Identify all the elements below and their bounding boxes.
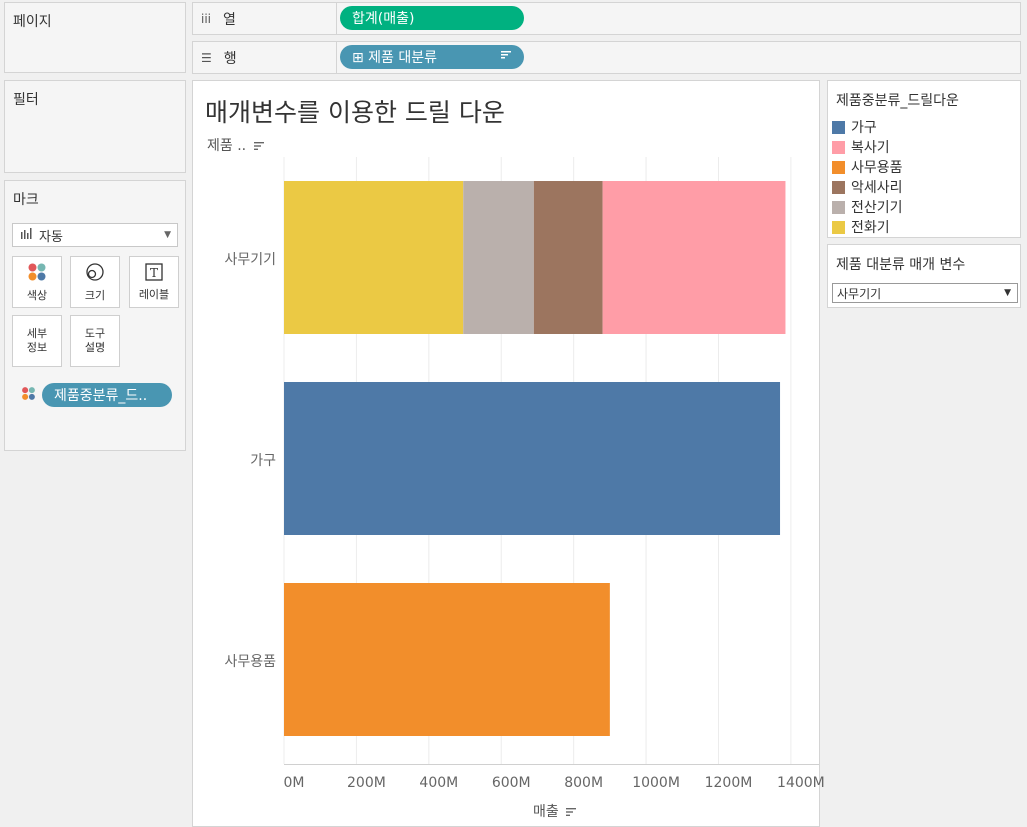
legend-item-label: 악세사리	[851, 180, 903, 196]
chart-view: 매개변수를 이용한 드릴 다운 제품 .. 사무기기 가구 사무용품 0M 200M 4…	[192, 80, 825, 827]
legend-item[interactable]: 사무용품	[832, 157, 903, 177]
rows-icon: ☰	[201, 50, 212, 65]
text-label-icon: T	[145, 262, 163, 284]
sort-icon[interactable]	[565, 807, 577, 817]
legend-item-label: 사무용품	[851, 160, 903, 176]
color-field-pill[interactable]: 제품중분류_드..	[42, 383, 172, 407]
bar-chart	[283, 157, 819, 765]
legend-item[interactable]: 가구	[832, 117, 903, 137]
x-tick-label: 1400M	[777, 775, 825, 791]
bar-segment[interactable]	[284, 181, 464, 334]
columns-shelf[interactable]: iii 열 합계(매출)	[192, 2, 1021, 35]
legend-item[interactable]: 악세사리	[832, 177, 903, 197]
columns-label-text: 열	[223, 11, 236, 28]
mark-type-dropdown[interactable]: 자동 ▼	[12, 223, 178, 247]
legend-list: 가구복사기사무용품악세사리전산기기전화기	[832, 117, 903, 237]
x-tick-label: 600M	[491, 775, 531, 791]
columns-label: iii 열	[201, 3, 236, 34]
parameter-dropdown[interactable]: 사무기기 ▼	[832, 283, 1018, 303]
legend-item-label: 가구	[851, 120, 877, 136]
rows-shelf[interactable]: ☰ 행 ⊞ 제품 대분류	[192, 41, 1021, 74]
tooltip-card-label: 도구 설명	[84, 327, 106, 354]
detail-card[interactable]: 세부 정보	[12, 315, 62, 367]
legend-swatch	[832, 220, 845, 234]
rows-pill-product-category[interactable]: ⊞ 제품 대분류	[340, 45, 524, 69]
legend-item-label: 전화기	[851, 220, 890, 236]
x-tick-label: 400M	[419, 775, 459, 791]
legend-swatch	[832, 180, 845, 194]
color-field-pill-label: 제품중분류_드..	[54, 388, 148, 404]
size-icon	[85, 262, 105, 285]
label-card-label: 레이블	[138, 287, 170, 301]
x-tick-label: 800M	[564, 775, 604, 791]
size-card[interactable]: 크기	[70, 256, 120, 308]
mark-type-value: 자동	[39, 229, 63, 245]
bar-segment[interactable]	[533, 181, 603, 334]
detail-card-label: 세부 정보	[26, 327, 48, 354]
size-card-label: 크기	[84, 288, 106, 302]
legend-title: 제품중분류_드릴다운	[836, 93, 959, 109]
rows-pill-label: ⊞ 제품 대분류	[352, 50, 438, 66]
category-label[interactable]: 사무기기	[224, 249, 276, 269]
bar-segment[interactable]	[463, 181, 534, 334]
rows-label: ☰ 행	[201, 42, 237, 73]
legend-item-label: 전산기기	[851, 200, 903, 216]
legend-swatch	[832, 120, 845, 134]
color-legend: 제품중분류_드릴다운 가구복사기사무용품악세사리전산기기전화기	[827, 80, 1021, 238]
color-palette-icon	[21, 386, 36, 405]
legend-item-label: 복사기	[851, 140, 890, 156]
marks-card: 마크 자동 ▼ 색상 크기 T 레이블 세부 정보 도구 설명 제품중분류_드.…	[4, 180, 186, 451]
category-label[interactable]: 가구	[250, 450, 276, 470]
x-tick-label: 1000M	[632, 775, 680, 791]
parameter-value: 사무기기	[837, 286, 882, 301]
category-label[interactable]: 사무용품	[224, 651, 276, 671]
rows-drop-area[interactable]: ⊞ 제품 대분류	[336, 42, 1020, 73]
x-tick-label: 1200M	[704, 775, 753, 791]
color-palette-icon	[27, 262, 47, 285]
color-card-label: 색상	[26, 288, 48, 302]
chevron-down-icon: ▼	[1004, 288, 1011, 298]
legend-item[interactable]: 전화기	[832, 217, 903, 237]
legend-item[interactable]: 전산기기	[832, 197, 903, 217]
sort-icon[interactable]	[500, 48, 512, 63]
filters-shelf[interactable]: 필터	[4, 80, 186, 173]
parameter-title: 제품 대분류 매개 변수	[836, 257, 966, 273]
columns-pill-label: 합계(매출)	[352, 11, 415, 27]
parameter-control: 제품 대분류 매개 변수 사무기기 ▼	[827, 244, 1021, 308]
legend-item[interactable]: 복사기	[832, 137, 903, 157]
marks-title: 마크	[13, 192, 39, 208]
columns-drop-area[interactable]: 합계(매출)	[336, 3, 1020, 34]
x-tick-label: 200M	[347, 775, 386, 791]
color-card[interactable]: 색상	[12, 256, 62, 308]
x-axis-title[interactable]: 매출	[533, 801, 577, 821]
tooltip-card[interactable]: 도구 설명	[70, 315, 120, 367]
color-encoding-row: 제품중분류_드..	[21, 383, 172, 407]
legend-swatch	[832, 160, 845, 174]
pages-shelf[interactable]: 페이지	[4, 2, 186, 73]
rows-label-text: 행	[223, 50, 237, 67]
x-tick-label: 0M	[283, 775, 305, 791]
bar-segment[interactable]	[284, 382, 781, 535]
chevron-down-icon: ▼	[164, 230, 171, 240]
filters-title: 필터	[13, 92, 39, 108]
svg-text:T: T	[150, 266, 158, 280]
legend-swatch	[832, 200, 845, 214]
bar-segment[interactable]	[602, 181, 786, 334]
columns-pill-sum-sales[interactable]: 합계(매출)	[340, 6, 524, 30]
legend-swatch	[832, 140, 845, 154]
pages-title: 페이지	[13, 14, 52, 30]
bar-segment[interactable]	[284, 583, 610, 736]
bar-chart-icon	[21, 227, 33, 243]
columns-icon: iii	[201, 11, 212, 26]
label-card[interactable]: T 레이블	[129, 256, 179, 308]
